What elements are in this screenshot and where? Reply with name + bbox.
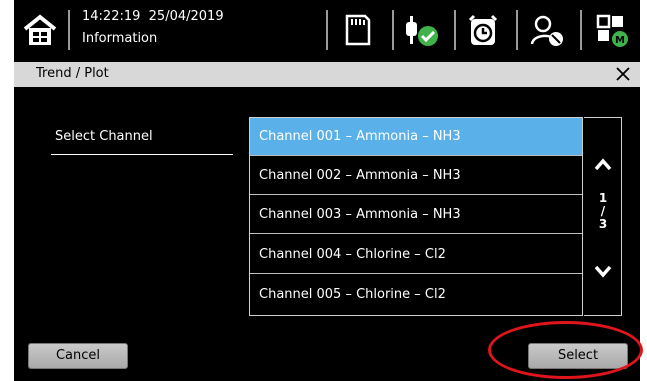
divider <box>392 10 394 50</box>
close-icon[interactable] <box>612 63 634 85</box>
svg-text:M: M <box>615 35 625 46</box>
window-titlebar: Trend / Plot <box>14 62 640 87</box>
home-icon[interactable] <box>22 13 58 47</box>
power-plug-ok-icon[interactable] <box>402 12 438 48</box>
channel-list: Channel 001 – Ammonia – NH3 Channel 002 … <box>249 117 583 316</box>
page-total: 3 <box>598 217 608 231</box>
cancel-button[interactable]: Cancel <box>28 343 128 369</box>
sd-card-icon[interactable] <box>340 12 374 48</box>
divider <box>454 10 456 50</box>
divider <box>51 154 233 155</box>
divider <box>516 10 518 50</box>
page-indicator: 1 / 3 <box>584 192 622 231</box>
channel-row[interactable]: Channel 001 – Ammonia – NH3 <box>250 118 582 156</box>
divider <box>580 10 582 50</box>
status-bar: 14:22:19 25/04/2019 Information M <box>14 0 640 60</box>
select-channel-label: Select Channel <box>55 129 153 144</box>
alarm-clock-icon[interactable] <box>466 12 500 48</box>
date: 25/04/2019 <box>148 9 224 24</box>
screen-subtitle: Information <box>82 31 158 46</box>
module-grid-icon[interactable]: M <box>594 12 628 48</box>
annotation-circle <box>488 321 643 379</box>
window-title: Trend / Plot <box>36 66 109 81</box>
channel-row[interactable]: Channel 002 – Ammonia – NH3 <box>250 157 582 195</box>
channel-row[interactable]: Channel 004 – Chlorine – Cl2 <box>250 236 582 274</box>
user-settings-icon[interactable] <box>529 12 563 48</box>
list-pager: 1 / 3 <box>584 117 622 316</box>
divider <box>68 10 70 50</box>
channel-row[interactable]: Channel 005 – Chlorine – Cl2 <box>250 276 582 314</box>
time: 14:22:19 <box>82 9 141 24</box>
chevron-up-icon[interactable] <box>593 156 613 172</box>
datetime: 14:22:19 25/04/2019 <box>82 9 224 24</box>
divider <box>326 10 328 50</box>
channel-row[interactable]: Channel 003 – Ammonia – NH3 <box>250 196 582 234</box>
chevron-down-icon[interactable] <box>593 263 613 279</box>
